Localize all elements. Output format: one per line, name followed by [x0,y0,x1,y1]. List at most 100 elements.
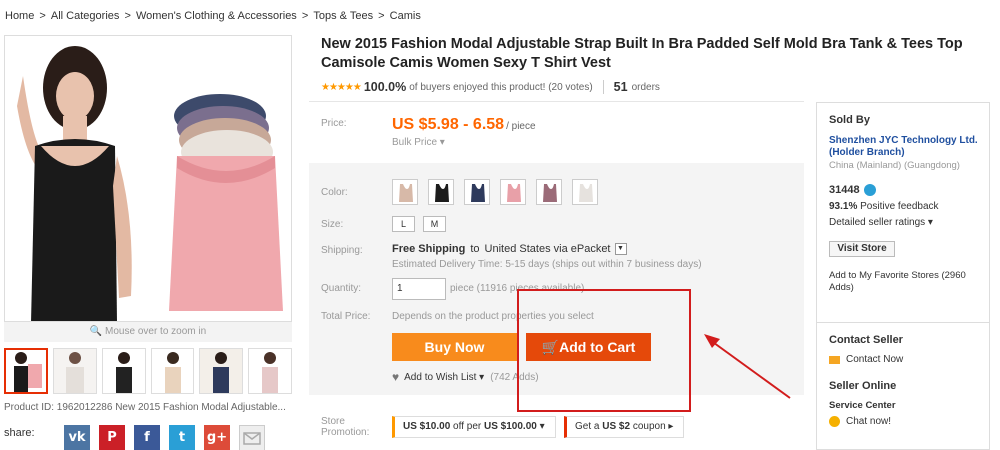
breadcrumb-womens-clothing[interactable]: Women's Clothing & Accessories [136,10,297,22]
detailed-ratings-dropdown[interactable]: Detailed seller ratings ▾ [829,217,933,228]
size-options: L M [392,216,446,232]
color-swatch-2[interactable] [428,179,454,205]
chat-now[interactable]: Chat now! [829,416,891,427]
zoom-hint: 🔍 Mouse over to zoom in [4,322,292,342]
delivery-estimate: Estimated Delivery Time: 5-15 days (ship… [392,259,702,270]
color-swatches [392,179,598,205]
free-shipping: Free Shipping [392,243,466,255]
seller-online-title: Seller Online [829,380,897,392]
price-range: US $5.98 - 6.58 [392,116,505,133]
size-m-button[interactable]: M [423,216,446,232]
share-icons: vk P f t g+ [64,425,265,450]
positive-label: Positive feedback [860,201,939,212]
seller-score-value: 31448 [829,184,860,196]
size-label: Size: [321,219,344,230]
coupon-prefix: Get a [575,421,600,432]
thumbnail-2[interactable] [52,348,97,394]
color-swatch-3[interactable] [464,179,490,205]
total-price-label: Total Price: [321,311,371,322]
quantity-input[interactable]: 1 [392,278,446,300]
shipping-label: Shipping: [321,245,363,256]
vk-icon[interactable]: vk [64,425,90,450]
thumbnail-5[interactable] [199,348,244,394]
breadcrumb: Home > All Categories > Women's Clothing… [4,10,422,22]
chat-now-link[interactable]: Chat now! [846,416,891,427]
thumbnail-1[interactable] [4,348,48,394]
rating-text[interactable]: of buyers enjoyed this product! (20 vote… [409,82,592,93]
add-to-wish-list-link[interactable]: Add to Wish List ▾ [404,372,484,383]
promo-mid: off per [453,421,482,432]
contact-now[interactable]: Contact Now [829,354,903,365]
product-id: Product ID: 1962012286 New 2015 Fashion … [4,402,286,413]
breadcrumb-sep: > [378,10,385,22]
contact-seller-title: Contact Seller [829,334,903,346]
positive-percent: 93.1% [829,201,858,212]
color-swatch-1[interactable] [392,179,418,205]
breadcrumb-tops-tees[interactable]: Tops & Tees [313,10,373,22]
rating-percent: 100.0% [363,80,407,94]
main-product-image[interactable] [4,35,292,322]
mail-icon[interactable] [239,425,265,450]
contact-now-link[interactable]: Contact Now [846,354,903,365]
breadcrumb-sep: > [124,10,131,22]
breadcrumb-home[interactable]: Home [5,10,34,22]
heart-icon: ♥ [392,370,400,384]
thumbnail-strip [4,348,292,394]
annotation-highlight-box [517,289,691,412]
breadcrumb-all-categories[interactable]: All Categories [51,10,119,22]
divider [309,101,804,102]
divider [602,80,604,94]
medal-icon [863,184,876,196]
twitter-icon[interactable]: t [169,425,195,450]
chevron-right-icon: ▸ [668,421,674,432]
thumbnail-3[interactable] [101,348,146,394]
divider [816,322,990,323]
promotion-coupon[interactable]: Get a US $2 coupon ▸ [564,416,684,438]
rating-row: ★★★★★ 100.0% of buyers enjoyed this prod… [321,80,660,94]
price-value: US $5.98 - 6.58/ piece [392,116,536,134]
price-unit: / piece [506,121,536,132]
thumbnail-4[interactable] [150,348,195,394]
seller-score: 31448 [829,184,876,196]
store-promotion-label: Store Promotion: [321,416,370,438]
orders-count: 51 [613,80,628,94]
shipping-to: to [470,243,480,255]
online-status-icon [829,416,840,427]
orders-label: orders [631,81,660,93]
magnifier-icon: 🔍 [89,326,103,337]
thumbnail-6[interactable] [248,348,292,394]
sold-by-title: Sold By [829,114,870,126]
coupon-amount: US $2 [602,421,631,432]
coupon-suffix: coupon [632,421,666,432]
service-center-label: Service Center [829,400,896,411]
breadcrumb-camis[interactable]: Camis [390,10,421,22]
envelope-icon [829,355,840,364]
google-plus-icon[interactable]: g+ [204,425,230,450]
quantity-label: Quantity: [321,283,362,294]
promo-threshold: US $100.00 [484,421,537,432]
store-location: China (Mainland) (Guangdong) [829,160,960,171]
bulk-price-dropdown[interactable]: Bulk Price ▾ [392,137,445,148]
buy-now-button[interactable]: Buy Now [392,333,517,361]
visit-store-button[interactable]: Visit Store [829,241,895,257]
rating-stars-icon: ★★★★★ [321,81,362,93]
color-label: Color: [321,187,348,198]
shipping-destination[interactable]: United States via ePacket [485,243,611,255]
product-title: New 2015 Fashion Modal Adjustable Strap … [321,36,963,71]
facebook-icon[interactable]: f [134,425,160,450]
promotion-discount[interactable]: US $10.00 off per US $100.00 ▾ [392,416,556,438]
shipping-dropdown-icon[interactable]: ▼ [614,243,627,255]
promo-amount: US $10.00 [403,421,451,432]
positive-feedback: 93.1% Positive feedback [829,201,939,212]
annotation-arrow [704,334,791,399]
color-swatch-5[interactable] [536,179,562,205]
breadcrumb-sep: > [301,10,309,22]
share-label: share: [4,427,35,439]
add-favorite-store-link[interactable]: Add to My Favorite Stores (2960 Adds) [829,270,979,294]
color-swatch-6[interactable] [572,179,598,205]
color-swatch-4[interactable] [500,179,526,205]
pinterest-icon[interactable]: P [99,425,125,450]
store-name-link[interactable]: Shenzhen JYC Technology Ltd. (Holder Bra… [829,135,979,159]
breadcrumb-sep: > [39,10,46,22]
size-l-button[interactable]: L [392,216,415,232]
